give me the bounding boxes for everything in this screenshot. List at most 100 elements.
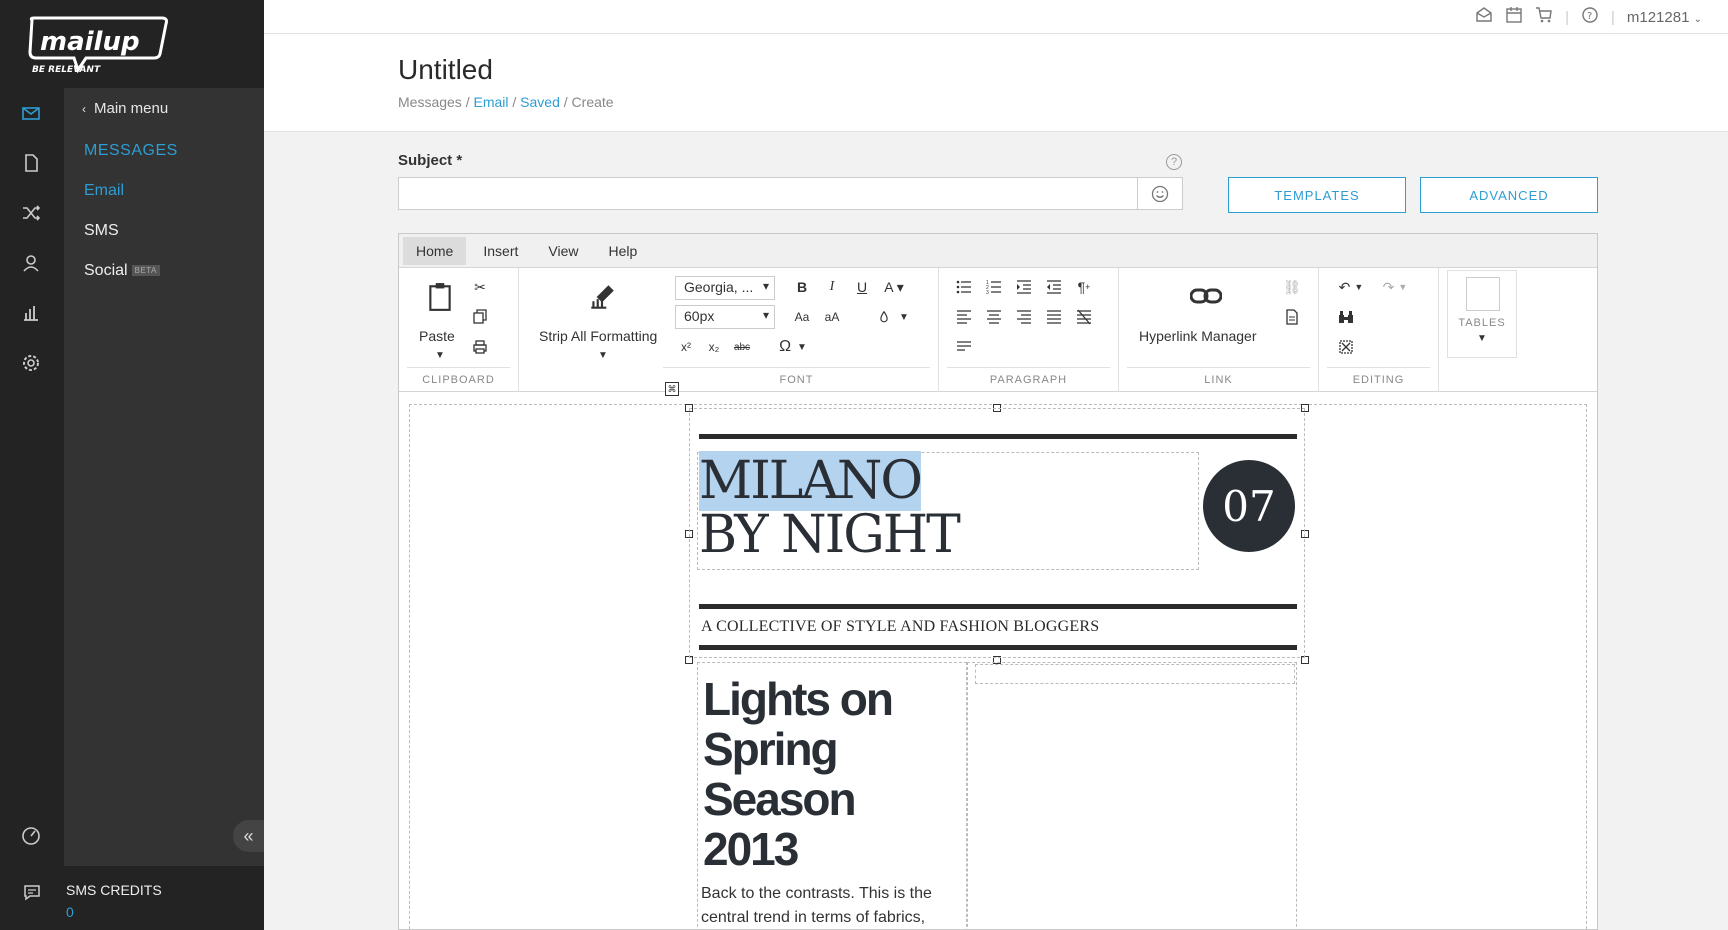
beta-badge: BETA xyxy=(131,265,160,277)
divider: | xyxy=(1565,8,1569,26)
link-label: LINK xyxy=(1127,367,1310,386)
sms-credits[interactable]: SMS CREDITS 0 xyxy=(0,866,264,930)
smiley-icon xyxy=(1151,185,1169,202)
cart-icon[interactable] xyxy=(1535,6,1553,28)
strip-formatting-icon[interactable] xyxy=(585,280,619,314)
superscript-icon[interactable]: x² xyxy=(675,336,697,358)
paste-button[interactable]: Paste xyxy=(419,328,455,344)
select-all-icon[interactable] xyxy=(1335,336,1357,358)
document-icon[interactable] xyxy=(20,152,42,174)
collapse-sidebar-button[interactable]: « xyxy=(233,820,264,852)
copy-icon[interactable] xyxy=(469,306,491,328)
hyperlink-icon[interactable] xyxy=(1189,284,1223,308)
strip-formatting-button[interactable]: Strip All Formatting xyxy=(539,328,657,344)
gear-icon[interactable] xyxy=(20,352,42,374)
chevron-left-icon: ‹ xyxy=(82,101,86,116)
divider: | xyxy=(1610,8,1615,26)
paragraph-mark-icon[interactable]: ¶ + xyxy=(1073,276,1095,298)
email-title-line2: BY NIGHT xyxy=(699,505,961,565)
paste-dropdown-icon[interactable]: ▼ xyxy=(429,344,451,366)
paste-icon[interactable] xyxy=(425,280,455,314)
menu-item-email[interactable]: Email xyxy=(84,182,124,200)
justify-icon[interactable] xyxy=(1043,306,1065,328)
undo-icon[interactable]: ↶ ▼ xyxy=(1333,276,1369,298)
breadcrumb-saved[interactable]: Saved xyxy=(520,94,560,110)
clear-alignment-icon[interactable] xyxy=(1073,306,1095,328)
user-menu[interactable]: m121281 ⌄ xyxy=(1627,9,1702,26)
svg-text:3: 3 xyxy=(986,290,989,295)
image-cell xyxy=(967,662,1297,929)
main-menu-link[interactable]: ‹ Main menu xyxy=(82,100,168,117)
tab-home[interactable]: Home xyxy=(403,236,467,265)
highlight-color-icon[interactable]: ▼ xyxy=(873,306,913,328)
breadcrumb-email[interactable]: Email xyxy=(473,94,508,110)
article-title[interactable]: Lights on Spring Season 2013 xyxy=(703,674,943,874)
strikethrough-icon[interactable]: abc xyxy=(731,336,753,358)
speedometer-icon[interactable] xyxy=(20,824,42,846)
document-link-icon[interactable] xyxy=(1281,306,1303,328)
unlink-icon[interactable]: ⛓ xyxy=(1281,276,1303,298)
subject-input[interactable] xyxy=(398,177,1138,210)
bar-chart-icon[interactable] xyxy=(20,302,42,324)
hyperlink-manager-button[interactable]: Hyperlink Manager xyxy=(1139,328,1257,344)
font-group: Strip All Formatting ▼ Georgia, ... 60px… xyxy=(519,268,939,392)
outdent-icon[interactable] xyxy=(1043,276,1065,298)
underline-icon[interactable]: U xyxy=(851,276,873,298)
table-select-handle[interactable]: ⌘ xyxy=(665,382,679,396)
font-family-select[interactable]: Georgia, ... xyxy=(675,276,775,300)
font-size-select[interactable]: 60px xyxy=(675,305,775,329)
align-left-icon[interactable] xyxy=(953,306,975,328)
special-character-icon[interactable]: Ω ▼ xyxy=(773,336,813,358)
print-icon[interactable] xyxy=(469,336,491,358)
advanced-button[interactable]: ADVANCED xyxy=(1420,177,1598,213)
indent-icon[interactable] xyxy=(1013,276,1035,298)
strip-dropdown-icon[interactable]: ▼ xyxy=(592,344,614,366)
page-title: Untitled xyxy=(398,54,493,85)
middle-rule xyxy=(699,604,1297,609)
font-color-icon[interactable]: A ▾ xyxy=(877,276,911,298)
tab-view[interactable]: View xyxy=(535,237,591,265)
bullet-list-icon[interactable] xyxy=(953,276,975,298)
templates-button[interactable]: TEMPLATES xyxy=(1228,177,1406,213)
lowercase-icon[interactable]: aA xyxy=(821,306,843,328)
article-body[interactable]: Back to the contrasts. This is the centr… xyxy=(701,882,951,929)
menu-item-social[interactable]: Social BETA xyxy=(84,262,160,280)
change-case-icon[interactable]: Aa xyxy=(791,306,813,328)
numbered-list-icon[interactable]: 123 xyxy=(983,276,1005,298)
tables-button[interactable]: TABLES ▼ xyxy=(1447,270,1517,358)
emoji-button[interactable] xyxy=(1138,177,1183,210)
help-icon[interactable]: ? xyxy=(1166,154,1182,170)
tab-help[interactable]: Help xyxy=(595,237,650,265)
email-editor: Home Insert View Help Paste ▼ ✂ CLIPBOAR… xyxy=(398,233,1598,930)
help-circle-icon[interactable]: ? xyxy=(1581,6,1599,28)
bold-icon[interactable]: B xyxy=(791,276,813,298)
user-icon[interactable] xyxy=(20,252,42,274)
align-block-icon[interactable] xyxy=(953,336,975,358)
menu-heading: MESSAGES xyxy=(84,142,178,159)
username: m121281 xyxy=(1626,8,1690,26)
align-right-icon[interactable] xyxy=(1013,306,1035,328)
find-replace-icon[interactable] xyxy=(1335,306,1357,328)
sms-credits-value: 0 xyxy=(66,904,74,920)
calendar-icon[interactable] xyxy=(1505,6,1523,28)
breadcrumb-messages: Messages xyxy=(398,94,462,110)
redo-icon[interactable]: ↷ ▼ xyxy=(1377,276,1413,298)
menu-item-sms[interactable]: SMS xyxy=(84,222,119,240)
align-center-icon[interactable] xyxy=(983,306,1005,328)
tab-insert[interactable]: Insert xyxy=(470,237,531,265)
mailup-logo[interactable]: mailup BE RELEVANT xyxy=(26,14,172,74)
editing-group: ↶ ▼ ↷ ▼ EDITING xyxy=(1319,268,1439,392)
breadcrumb-create: Create xyxy=(571,94,614,110)
tables-dropdown-icon: ▼ xyxy=(1477,333,1487,344)
editor-canvas[interactable]: ⌘ MILANO BY NIGHT 07 A COLLECTIVE OF STY… xyxy=(399,382,1597,929)
email-title[interactable]: MILANO BY NIGHT xyxy=(699,451,961,565)
email-tagline[interactable]: A COLLECTIVE OF STYLE AND FASHION BLOGGE… xyxy=(701,618,1099,636)
italic-icon[interactable]: I xyxy=(821,276,843,298)
subscript-icon[interactable]: x₂ xyxy=(703,336,725,358)
mail-open-icon[interactable] xyxy=(1475,6,1493,28)
svg-text:?: ? xyxy=(1587,11,1592,22)
mail-icon[interactable] xyxy=(20,102,42,124)
shuffle-icon[interactable] xyxy=(20,202,42,224)
cut-icon[interactable]: ✂ xyxy=(469,276,491,298)
svg-text:mailup: mailup xyxy=(40,27,140,57)
